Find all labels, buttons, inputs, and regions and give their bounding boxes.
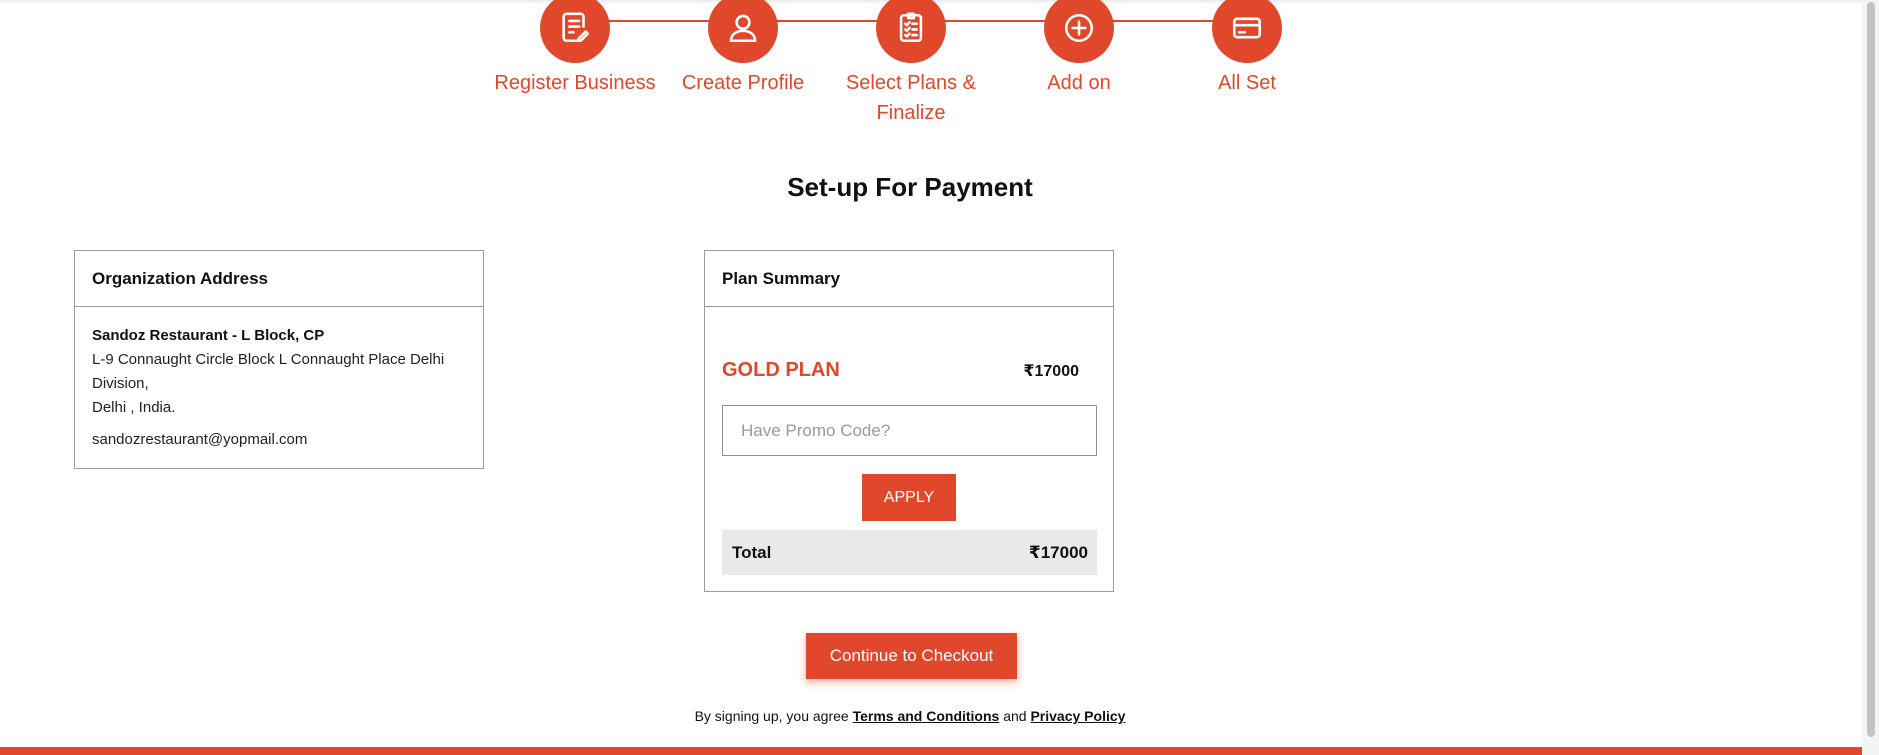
plan-price: ₹17000: [1023, 362, 1079, 380]
terms-and-conditions-link[interactable]: Terms and Conditions: [853, 708, 1000, 724]
user-icon: [729, 14, 757, 43]
plan-summary-card: Plan Summary GOLD PLAN ₹17000 APPLY Tota…: [704, 250, 1114, 592]
plan-name: GOLD PLAN: [722, 359, 840, 381]
vertical-scrollbar[interactable]: [1862, 0, 1879, 755]
organization-name: Sandoz Restaurant - L Block, CP: [92, 327, 325, 344]
credit-card-icon: [1232, 17, 1262, 39]
apply-button[interactable]: APPLY: [862, 474, 956, 521]
terms-prefix: By signing up, you agree: [694, 708, 849, 724]
privacy-policy-link[interactable]: Privacy Policy: [1030, 708, 1125, 724]
progress-stepper: Register Business Create Profile Select …: [0, 0, 1862, 130]
terms-notice: By signing up, you agree Terms and Condi…: [0, 708, 1820, 724]
step-all-set[interactable]: All Set: [1147, 0, 1347, 98]
step-circle: [708, 0, 778, 63]
address-body: Sandoz Restaurant - L Block, CP L-9 Conn…: [75, 307, 483, 452]
card-heading: Organization Address: [75, 251, 483, 307]
total-row: Total ₹17000: [722, 530, 1097, 575]
continue-to-checkout-button[interactable]: Continue to Checkout: [806, 633, 1017, 679]
organization-email: sandozrestaurant@yopmail.com: [92, 431, 308, 448]
step-label: All Set: [1218, 72, 1276, 94]
address-line-2: Delhi , India.: [92, 399, 176, 416]
promo-code-input[interactable]: [722, 405, 1097, 456]
organization-address-card: Organization Address Sandoz Restaurant -…: [74, 250, 484, 469]
step-circle: [540, 0, 610, 63]
card-heading: Plan Summary: [705, 251, 1113, 307]
document-edit-icon: [562, 12, 590, 43]
step-circle: [876, 0, 946, 63]
total-label: Total: [732, 542, 772, 562]
scrollbar-thumb[interactable]: [1867, 2, 1875, 737]
step-circle: [1044, 0, 1114, 63]
plan-row: GOLD PLAN ₹17000: [722, 359, 1079, 382]
plus-circle-icon: [1064, 13, 1094, 43]
step-circle: [1212, 0, 1282, 63]
checklist-icon: [899, 12, 923, 43]
footer-strip: [0, 747, 1862, 755]
total-value: ₹17000: [1028, 542, 1088, 562]
address-line-1: L-9 Connaught Circle Block L Connaught P…: [92, 351, 445, 392]
terms-and: and: [1003, 708, 1027, 724]
page-title: Set-up For Payment: [787, 172, 1033, 202]
